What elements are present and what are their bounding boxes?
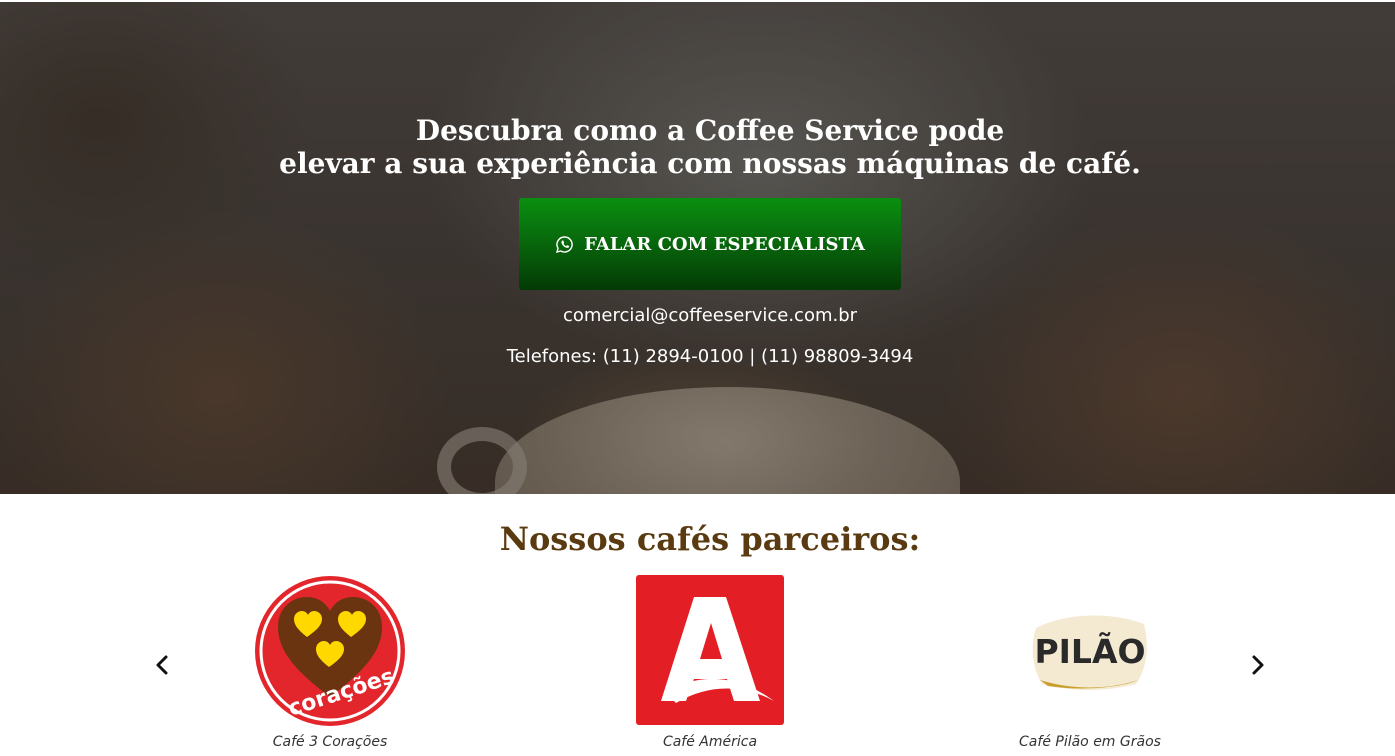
chevron-right-icon (1252, 655, 1264, 675)
whatsapp-icon (556, 235, 573, 253)
hero-title-line-1: Descubra como a Coffee Service pode (415, 114, 1005, 147)
talk-to-specialist-button[interactable]: FALAR COM ESPECIALISTA (519, 198, 901, 290)
contact-phones: Telefones: (11) 2894-0100 | (11) 98809-3… (506, 346, 914, 367)
partner-caption-tres-coracoes: Café 3 Corações (272, 734, 388, 750)
hero-title-line-2: elevar a sua experiência com nossas máqu… (279, 147, 1141, 180)
hero-content: Descubra como a Coffee Service pode elev… (0, 0, 1395, 492)
pilao-logo[interactable]: PILÃO (1026, 608, 1154, 692)
partner-caption-pilao: Café Pilão em Grãos (1019, 734, 1161, 750)
carousel-next-button[interactable] (1243, 650, 1273, 680)
tres-coracoes-logo[interactable]: 3 corações (254, 575, 406, 727)
hero-title: Descubra como a Coffee Service pode elev… (0, 114, 1395, 180)
contact-email[interactable]: comercial@coffeeservice.com.br (0, 305, 1395, 326)
chevron-left-icon (156, 655, 168, 675)
partners-title: Nossos cafés parceiros: (499, 520, 921, 558)
partner-caption-america: Café América (662, 734, 758, 750)
pilao-logo-text: PILÃO (1034, 631, 1145, 671)
carousel-prev-button[interactable] (147, 650, 177, 680)
cta-label: FALAR COM ESPECIALISTA (584, 233, 865, 255)
cafe-america-logo[interactable] (636, 575, 784, 725)
